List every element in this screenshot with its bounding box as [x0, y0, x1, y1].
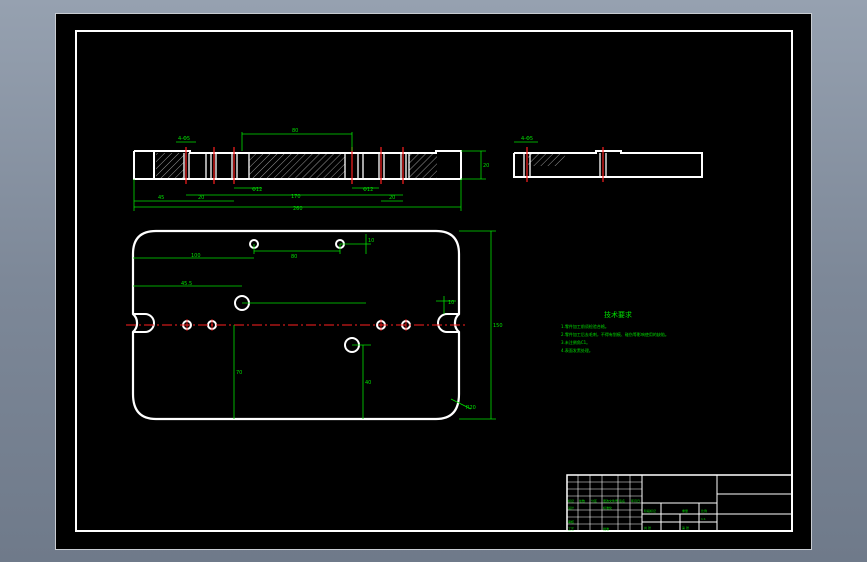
tech-req-line: 2.零件加工后去毛刺，不得有划痕、碰伤等影响使用的缺陷。	[561, 331, 669, 337]
hatch-region	[156, 153, 184, 179]
hatch-region	[249, 153, 345, 179]
title-cell: 标记	[568, 498, 574, 503]
dim-label: 20	[483, 163, 489, 169]
dim-label: 10	[368, 238, 374, 244]
title-cell: 工艺	[568, 526, 574, 531]
drawing-canvas[interactable]: 80 4-Φ5 20 45 20 Φ12 Φ12 20 170 260 4-Φ5	[56, 14, 813, 551]
plan-view: 80 10 100 45.5 150 10 70 40 R20	[126, 229, 503, 421]
dim-label: 150	[493, 323, 503, 329]
front-view: 80 4-Φ5 20 45 20 Φ12 Φ12 20 170 260	[133, 128, 489, 212]
dim-label: 70	[236, 370, 242, 376]
dim-label: 45	[158, 195, 164, 201]
title-cell: 签名	[619, 498, 625, 503]
dim-label: R20	[466, 405, 476, 411]
title-cell: 重量	[682, 508, 688, 513]
dim-label: 80	[291, 254, 297, 260]
title-cell: 批准	[603, 526, 609, 531]
tech-req-line: 1.零件加工前须检验合格。	[561, 323, 609, 329]
dim-label: 4-Φ5	[178, 136, 190, 142]
title-cell: 比例	[701, 508, 707, 513]
front-left-block	[133, 150, 155, 180]
cad-viewport[interactable]: 80 4-Φ5 20 45 20 Φ12 Φ12 20 170 260 4-Φ5	[55, 13, 812, 550]
title-cell: 处数	[579, 498, 585, 503]
dim-label: 4-Φ5	[521, 136, 533, 142]
tech-req-line: 3.未注倒角C1。	[561, 339, 590, 345]
title-cell: 标准化	[603, 505, 612, 510]
dim-label: 80	[292, 128, 298, 134]
hatch-region	[518, 153, 566, 166]
dim-label: 40	[365, 380, 371, 386]
title-cell: 共 张	[644, 525, 651, 530]
dim-label: Φ12	[363, 187, 373, 193]
tech-req-line: 4.表面发黑处理。	[561, 347, 593, 353]
title-cell: 审核	[568, 519, 574, 524]
hatch-region	[409, 153, 437, 179]
title-cell: 阶段标记	[644, 508, 656, 513]
title-cell: 设计	[568, 505, 574, 510]
title-cell: 分区	[591, 498, 597, 503]
tech-requirements: 技术要求 1.零件加工前须检验合格。 2.零件加工后去毛刺，不得有划痕、碰伤等影…	[561, 310, 669, 353]
title-cell: 年月日	[631, 498, 640, 503]
dim-label: Φ12	[252, 187, 262, 193]
title-cell: 第 张	[682, 525, 689, 530]
dim-label: 170	[291, 194, 301, 200]
dim-label: 20	[389, 195, 395, 201]
dim-label: 20	[198, 195, 204, 201]
title-cell: 更改文件号	[603, 498, 618, 503]
side-view: 4-Φ5	[513, 136, 703, 182]
dim-label: 45.5	[181, 281, 192, 287]
dim-label: 10	[448, 300, 454, 306]
title-block: 标记 处数 分区 更改文件号 签名 年月日 设计 标准化 阶段标记 重量 比例 …	[566, 474, 793, 532]
tech-req-title: 技术要求	[604, 310, 632, 319]
dim-label: 260	[293, 206, 303, 212]
title-cell: 1:1	[701, 517, 706, 521]
dim-label: 100	[191, 253, 201, 259]
